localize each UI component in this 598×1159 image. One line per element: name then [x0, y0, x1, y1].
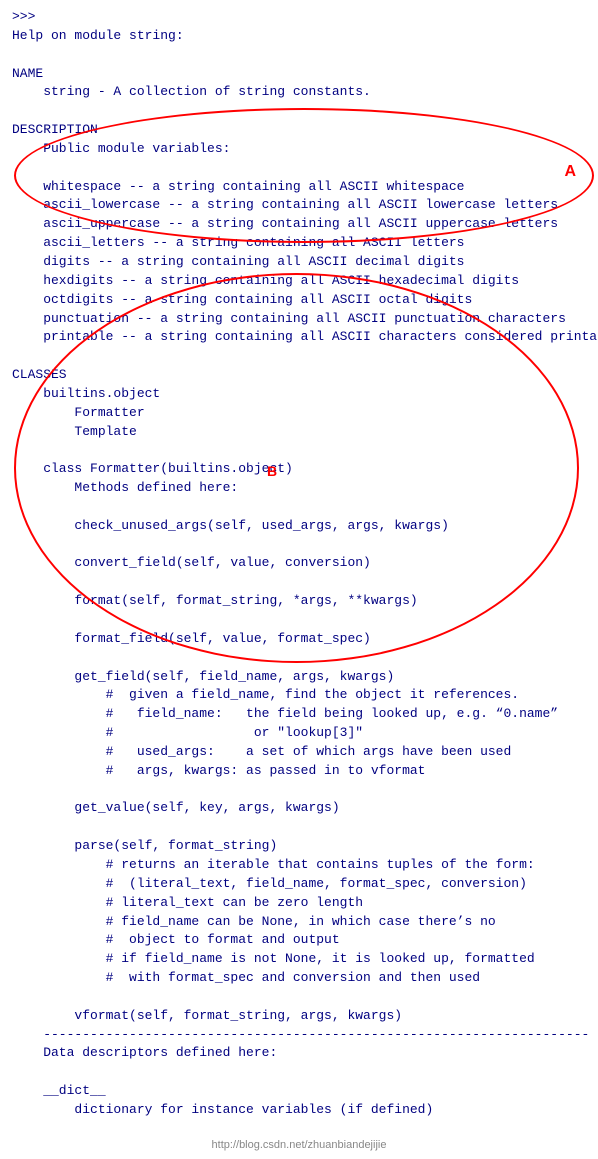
blank-4: [12, 347, 586, 366]
blank-9: [12, 611, 586, 630]
blank-2: [12, 102, 586, 121]
method-format-field: format_field(self, value, format_spec): [12, 630, 586, 649]
parse-comment-2: # (literal_text, field_name, format_spec…: [12, 875, 586, 894]
variables-list: whitespace -- a string containing all AS…: [12, 178, 586, 348]
var-punctuation: punctuation -- a string containing all A…: [12, 310, 586, 329]
var-ascii-lowercase: ascii_lowercase -- a string containing a…: [12, 196, 586, 215]
methods-header: Methods defined here:: [12, 479, 586, 498]
method-get-value: get_value(self, key, args, kwargs): [12, 799, 586, 818]
name-content: string - A collection of string constant…: [12, 83, 586, 102]
dict-entry: __dict__: [12, 1082, 586, 1101]
parse-comment-1: # returns an iterable that contains tupl…: [12, 856, 586, 875]
formatter-class-def: class Formatter(builtins.object): [12, 460, 586, 479]
var-hexdigits: hexdigits -- a string containing all ASC…: [12, 272, 586, 291]
method-vformat: vformat(self, format_string, args, kwarg…: [12, 1007, 586, 1026]
classes-label: CLASSES: [12, 366, 586, 385]
blank-11: [12, 781, 586, 800]
dict-desc: dictionary for instance variables (if de…: [12, 1101, 586, 1120]
builtins-object: builtins.object: [12, 385, 586, 404]
var-digits: digits -- a string containing all ASCII …: [12, 253, 586, 272]
template-class-item: Template: [12, 423, 586, 442]
get-field-comment-1: # given a field_name, find the object it…: [12, 686, 586, 705]
var-ascii-letters: ascii_letters -- a string containing all…: [12, 234, 586, 253]
parse-comment-3: # literal_text can be zero length: [12, 894, 586, 913]
get-field-comment-4: # used_args: a set of which args have be…: [12, 743, 586, 762]
formatter-class-item: Formatter: [12, 404, 586, 423]
blank-15: [12, 1120, 586, 1139]
description-intro: Public module variables:: [12, 140, 586, 159]
watermark-text: http://blog.csdn.net/zhuanbiandejijie: [12, 1139, 586, 1151]
blank-6: [12, 498, 586, 517]
method-parse: parse(self, format_string): [12, 837, 586, 856]
parse-comment-5: # object to format and output: [12, 931, 586, 950]
help-title: Help on module string:: [12, 27, 586, 46]
prompt-line: >>>: [12, 8, 586, 27]
blank-14: [12, 1063, 586, 1082]
blank-3: [12, 159, 586, 178]
method-get-field: get_field(self, field_name, args, kwargs…: [12, 668, 586, 687]
parse-comment-4: # field_name can be None, in which case …: [12, 913, 586, 932]
blank-13: [12, 988, 586, 1007]
get-field-comment-5: # args, kwargs: as passed in to vformat: [12, 762, 586, 781]
annotation-a-label: A: [564, 163, 576, 181]
blank-1: [12, 46, 586, 65]
parse-comment-6: # if field_name is not None, it is looke…: [12, 950, 586, 969]
annotation-b-label: B: [267, 463, 277, 479]
get-field-comment-2: # field_name: the field being looked up,…: [12, 705, 586, 724]
blank-10: [12, 649, 586, 668]
data-descriptors-label: Data descriptors defined here:: [12, 1044, 586, 1063]
method-check-unused: check_unused_args(self, used_args, args,…: [12, 517, 586, 536]
method-format: format(self, format_string, *args, **kwa…: [12, 592, 586, 611]
main-content: A B >>> Help on module string: NAME stri…: [12, 8, 586, 1151]
method-convert-field: convert_field(self, value, conversion): [12, 554, 586, 573]
blank-12: [12, 818, 586, 837]
separator: ----------------------------------------…: [12, 1026, 586, 1045]
var-ascii-uppercase: ascii_uppercase -- a string containing a…: [12, 215, 586, 234]
get-field-comment-3: # or "lookup[3]": [12, 724, 586, 743]
blank-5: [12, 441, 586, 460]
description-label: DESCRIPTION: [12, 121, 586, 140]
name-label: NAME: [12, 65, 586, 84]
blank-7: [12, 536, 586, 555]
var-octdigits: octdigits -- a string containing all ASC…: [12, 291, 586, 310]
var-whitespace: whitespace -- a string containing all AS…: [12, 178, 586, 197]
var-printable: printable -- a string containing all ASC…: [12, 328, 586, 347]
parse-comment-7: # with format_spec and conversion and th…: [12, 969, 586, 988]
blank-8: [12, 573, 586, 592]
